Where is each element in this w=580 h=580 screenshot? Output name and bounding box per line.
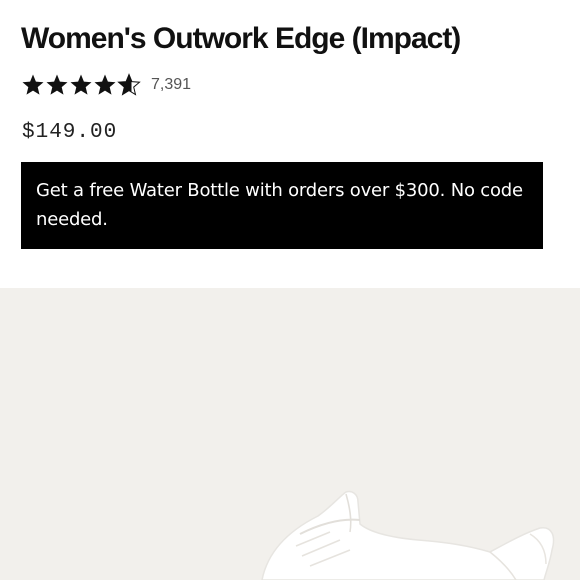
star-full-icon (94, 74, 116, 95)
star-rating (21, 73, 141, 97)
sneaker-photo-icon (0, 288, 580, 580)
product-page: Women's Outwork Edge (Impact) 7,391 $149… (0, 0, 580, 580)
star-full-icon (46, 74, 68, 95)
promo-banner: Get a free Water Bottle with orders over… (21, 162, 543, 249)
review-count[interactable]: 7,391 (151, 70, 191, 100)
product-price: $149.00 (22, 121, 118, 144)
star-full-icon (70, 74, 92, 95)
promo-text: Get a free Water Bottle with orders over… (36, 180, 523, 230)
rating-summary[interactable]: 7,391 (21, 70, 191, 100)
product-title: Women's Outwork Edge (Impact) (21, 22, 461, 55)
product-image-gallery[interactable] (0, 288, 580, 580)
star-partial-icon (117, 73, 141, 96)
star-full-icon (22, 74, 44, 95)
